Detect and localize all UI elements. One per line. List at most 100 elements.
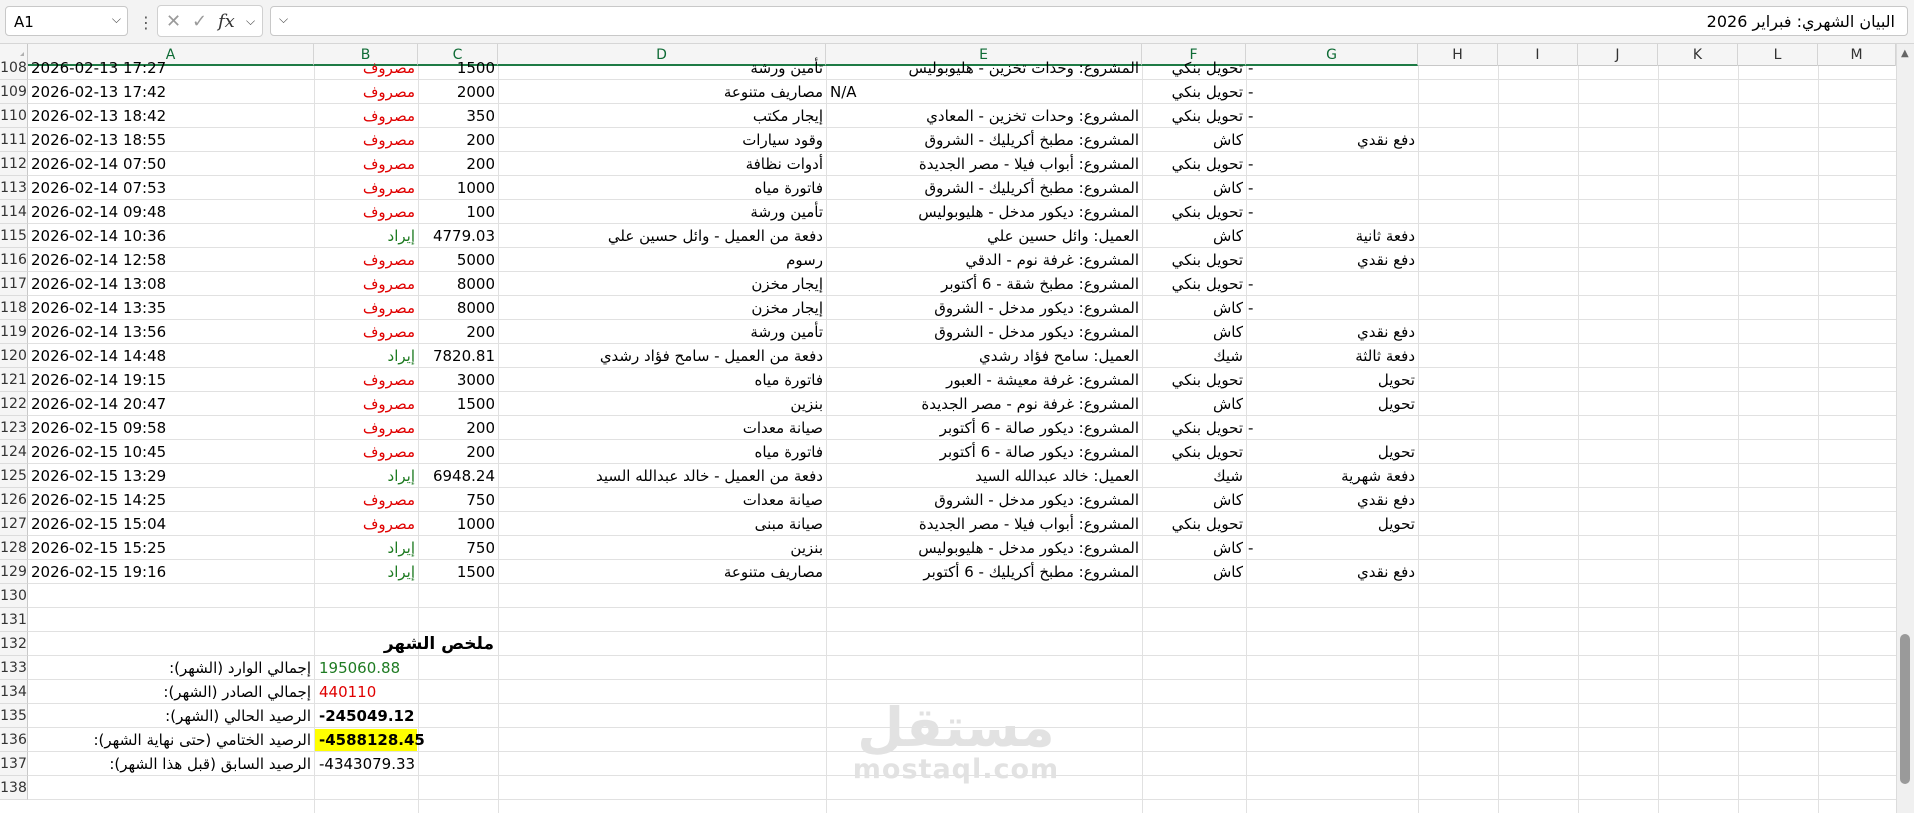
cell-amount[interactable]: 350 (421, 104, 495, 128)
column-header-i[interactable]: I (1498, 44, 1578, 66)
cell-date[interactable]: 2026-02-14 20:47 (31, 392, 311, 416)
row-header[interactable]: 118 (0, 296, 28, 320)
summary-label[interactable]: الرصيد الختامي (حتى نهاية الشهر): (31, 728, 311, 752)
cell-notes[interactable] (1249, 200, 1415, 224)
cell-type[interactable]: إيراد (317, 224, 415, 248)
cell-method[interactable]: تحويل بنكي (1145, 416, 1243, 440)
cell-date[interactable]: 2026-02-15 09:58 (31, 416, 311, 440)
cell-reference[interactable]: المشروع: ديكور مدخل - هليوبوليس (829, 200, 1139, 224)
column-header-h[interactable]: H (1418, 44, 1498, 66)
cell-reference[interactable]: المشروع: مطبخ أكريليك - 6 أكتوبر (829, 560, 1139, 584)
cell-reference[interactable]: المشروع: أبواب فيلا - مصر الجديدة (829, 512, 1139, 536)
summary-title[interactable]: ملخص الشهر (28, 632, 494, 656)
cell-amount[interactable]: 750 (421, 536, 495, 560)
cell-reference[interactable]: المشروع: أبواب فيلا - مصر الجديدة (829, 152, 1139, 176)
row-header[interactable]: 120 (0, 344, 28, 368)
cell-type[interactable]: مصروف (317, 392, 415, 416)
cell-amount[interactable]: 4779.03 (421, 224, 495, 248)
cell-notes[interactable]: دفع نقدي (1249, 128, 1415, 152)
expand-formula-icon[interactable]: ⌵ (279, 12, 288, 27)
row-header[interactable]: 111 (0, 128, 28, 152)
row-header[interactable]: 112 (0, 152, 28, 176)
cell-notes[interactable] (1249, 536, 1415, 560)
cell-notes[interactable]: تحويل (1249, 440, 1415, 464)
cell-type[interactable]: إيراد (317, 344, 415, 368)
cell-type[interactable]: مصروف (317, 416, 415, 440)
cell-type[interactable]: مصروف (317, 128, 415, 152)
cell-notes[interactable]: تحويل (1249, 392, 1415, 416)
cell-method[interactable]: كاش (1145, 320, 1243, 344)
cell-type[interactable]: مصروف (317, 80, 415, 104)
cell-type[interactable]: مصروف (317, 440, 415, 464)
cell-reference[interactable]: العميل: وائل حسين علي (829, 224, 1139, 248)
cell-method[interactable]: شيك (1145, 464, 1243, 488)
cancel-icon[interactable]: ✕ (166, 11, 181, 32)
cell-amount[interactable]: 200 (421, 152, 495, 176)
cell-reference[interactable]: المشروع: غرفة نوم - الدقي (829, 248, 1139, 272)
summary-label[interactable]: الرصيد الحالي (الشهر): (31, 704, 311, 728)
row-header[interactable]: 133 (0, 656, 28, 680)
cell-type[interactable]: مصروف (317, 200, 415, 224)
cell-notes[interactable] (1249, 296, 1415, 320)
cell-type[interactable]: مصروف (317, 104, 415, 128)
cell-amount[interactable]: 6948.24 (421, 464, 495, 488)
summary-label[interactable]: إجمالي الوارد (الشهر): (31, 656, 311, 680)
cell-date[interactable]: 2026-02-14 13:08 (31, 272, 311, 296)
cell-description[interactable]: دفعة من العميل - وائل حسين علي (501, 224, 823, 248)
cell-reference[interactable]: المشروع: ديكور مدخل - هليوبوليس (829, 536, 1139, 560)
cell-method[interactable]: كاش (1145, 224, 1243, 248)
cell-amount[interactable]: 5000 (421, 248, 495, 272)
row-header[interactable]: 114 (0, 200, 28, 224)
cell-method[interactable]: تحويل بنكي (1145, 440, 1243, 464)
summary-label[interactable]: إجمالي الصادر (الشهر): (31, 680, 311, 704)
cell-type[interactable]: مصروف (317, 272, 415, 296)
row-header[interactable]: 132 (0, 632, 28, 656)
more-options-icon[interactable]: ⋮ (138, 13, 154, 32)
cell-amount[interactable]: 1500 (421, 392, 495, 416)
row-header[interactable]: 122 (0, 392, 28, 416)
summary-value[interactable]: -245049.12 (315, 704, 453, 728)
cell-date[interactable]: 2026-02-15 13:29 (31, 464, 311, 488)
cell-reference[interactable]: العميل: سامح فؤاد رشدي (829, 344, 1139, 368)
cell-description[interactable]: مصاريف متنوعة (501, 80, 823, 104)
cell-amount[interactable]: 8000 (421, 272, 495, 296)
row-header[interactable]: 117 (0, 272, 28, 296)
cell-type[interactable]: مصروف (317, 368, 415, 392)
cell-type[interactable]: مصروف (317, 512, 415, 536)
cell-date[interactable]: 2026-02-15 14:25 (31, 488, 311, 512)
cell-reference[interactable]: المشروع: ديكور مدخل - الشروق (829, 320, 1139, 344)
cell-amount[interactable]: 200 (421, 416, 495, 440)
cell-description[interactable]: تأمين ورشة (501, 320, 823, 344)
cell-description[interactable]: فاتورة مياه (501, 440, 823, 464)
cell-method[interactable]: كاش (1145, 176, 1243, 200)
cell-description[interactable]: صيانة معدات (501, 488, 823, 512)
insert-function-icon[interactable]: fx (218, 11, 235, 32)
cell-description[interactable]: بنزين (501, 536, 823, 560)
row-header[interactable]: 127 (0, 512, 28, 536)
cell-notes[interactable] (1249, 176, 1415, 200)
cell-description[interactable]: دفعة من العميل - خالد عبدالله السيد (501, 464, 823, 488)
cell-description[interactable]: فاتورة مياه (501, 368, 823, 392)
cell-date[interactable]: 2026-02-15 15:04 (31, 512, 311, 536)
cell-amount[interactable]: 200 (421, 128, 495, 152)
cell-date[interactable]: 2026-02-14 10:36 (31, 224, 311, 248)
row-header[interactable]: 128 (0, 536, 28, 560)
row-header[interactable]: 124 (0, 440, 28, 464)
cell-notes[interactable]: دفعة ثالثة (1249, 344, 1415, 368)
cell-amount[interactable]: 1000 (421, 512, 495, 536)
cell-date[interactable]: 2026-02-14 09:48 (31, 200, 311, 224)
cell-date[interactable]: 2026-02-15 19:16 (31, 560, 311, 584)
cell-amount[interactable]: 200 (421, 320, 495, 344)
cell-date[interactable]: 2026-02-15 10:45 (31, 440, 311, 464)
cell-type[interactable]: مصروف (317, 296, 415, 320)
cell-reference[interactable]: المشروع: ديكور صالة - 6 أكتوبر (829, 440, 1139, 464)
cell-method[interactable]: كاش (1145, 536, 1243, 560)
row-header[interactable]: 131 (0, 608, 28, 632)
cell-amount[interactable]: 750 (421, 488, 495, 512)
cell-reference[interactable]: المشروع: ديكور مدخل - الشروق (829, 488, 1139, 512)
cell-notes[interactable]: دفع نقدي (1249, 488, 1415, 512)
cell-notes[interactable] (1249, 416, 1415, 440)
cell-method[interactable]: كاش (1145, 296, 1243, 320)
cell-amount[interactable]: 1000 (421, 176, 495, 200)
cell-description[interactable]: إيجار مكتب (501, 104, 823, 128)
